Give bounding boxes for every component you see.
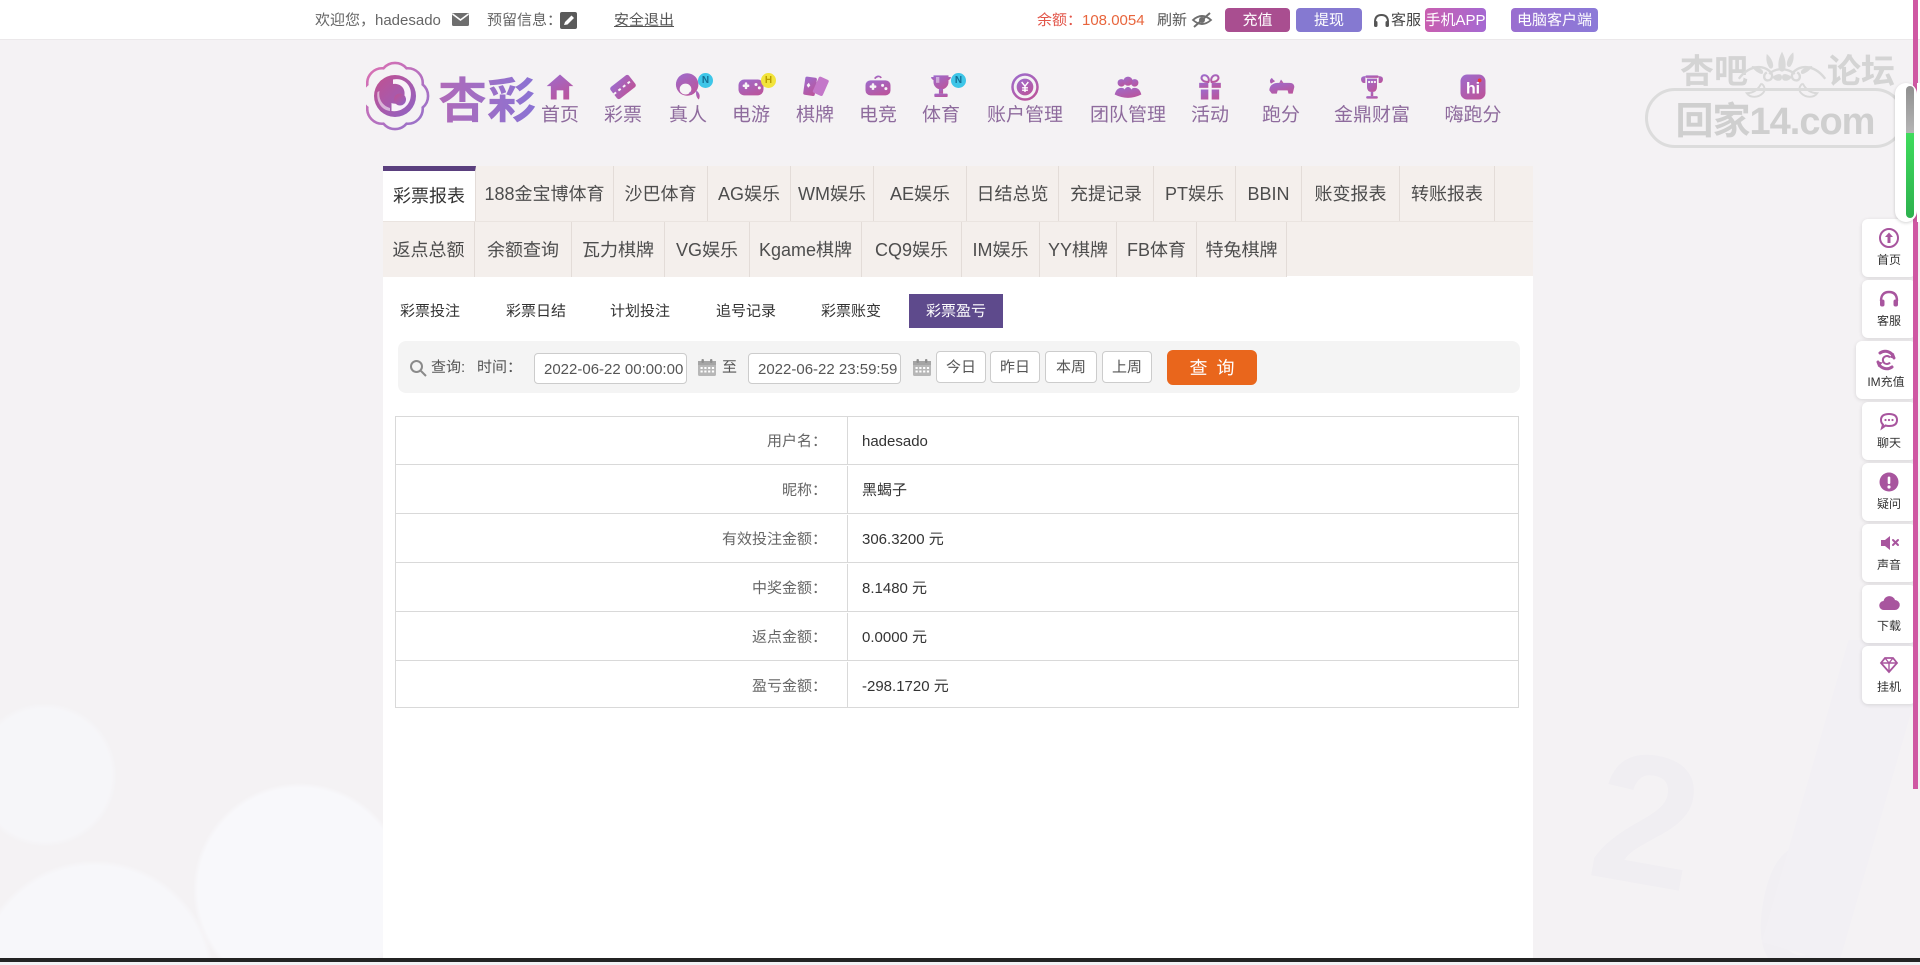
svg-text:杏彩: 杏彩 bbox=[438, 62, 536, 133]
svg-text:hi: hi bbox=[1466, 81, 1480, 98]
